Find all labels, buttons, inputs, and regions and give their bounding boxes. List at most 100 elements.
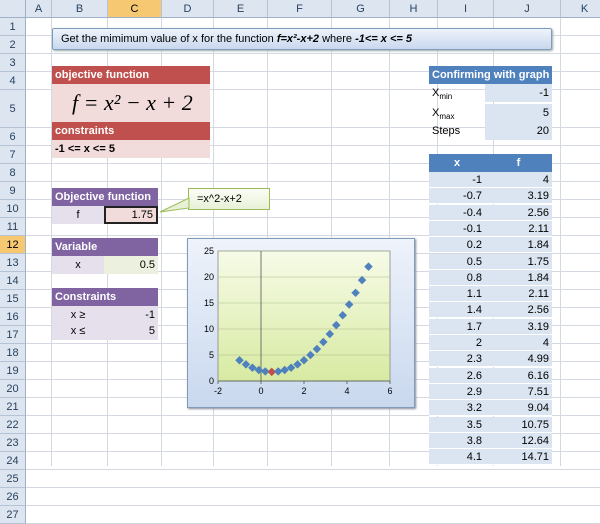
data-cell-x[interactable]: 1.4 xyxy=(429,302,485,319)
data-cell-f[interactable]: 10.75 xyxy=(485,416,552,433)
column-header-H[interactable]: H xyxy=(390,0,438,18)
data-cell-f[interactable]: 6.16 xyxy=(485,367,552,384)
x-tick-label: 0 xyxy=(258,386,263,396)
data-cell-x[interactable]: 0.8 xyxy=(429,269,485,286)
data-cell-f[interactable]: 4.99 xyxy=(485,351,552,368)
variable-table-header: Variable xyxy=(52,238,158,256)
data-cell-x[interactable]: 4.1 xyxy=(429,449,485,466)
row-header-2[interactable]: 2 xyxy=(0,36,26,54)
row-header-18[interactable]: 18 xyxy=(0,344,26,362)
data-cell-x[interactable]: 2.6 xyxy=(429,367,485,384)
objective-f-label: f xyxy=(52,206,104,224)
row-header-23[interactable]: 23 xyxy=(0,434,26,452)
data-cell-f[interactable]: 4 xyxy=(485,172,552,188)
chart-svg: 0510152025-2 0 2 4 6 xyxy=(204,246,393,396)
y-tick-label: 0 xyxy=(209,376,214,386)
data-cell-f[interactable]: 3.19 xyxy=(485,318,552,335)
data-cell-f[interactable]: 7.51 xyxy=(485,383,552,400)
data-cell-x[interactable]: -0.1 xyxy=(429,220,485,237)
row-header-11[interactable]: 11 xyxy=(0,218,26,236)
data-cell-x[interactable]: 2.3 xyxy=(429,351,485,368)
x-tick-label: -2 xyxy=(214,386,222,396)
data-cell-x[interactable]: 3.5 xyxy=(429,416,485,433)
data-cell-f[interactable]: 1.75 xyxy=(485,253,552,270)
steps-label: Steps xyxy=(432,125,461,137)
data-cell-x[interactable]: 1.7 xyxy=(429,318,485,335)
steps-value[interactable]: 20 xyxy=(485,122,552,140)
x-tick-label: 4 xyxy=(344,386,349,396)
xmax-value[interactable]: 5 xyxy=(485,104,552,122)
row-header-16[interactable]: 16 xyxy=(0,308,26,326)
column-header-E[interactable]: E xyxy=(214,0,268,18)
constraint-max-value[interactable]: 5 xyxy=(104,322,158,340)
data-cell-f[interactable]: 12.64 xyxy=(485,432,552,449)
objective-formula: f = x² − x + 2 xyxy=(52,84,210,122)
column-header-J[interactable]: J xyxy=(494,0,561,18)
row-header-22[interactable]: 22 xyxy=(0,416,26,434)
data-cell-f[interactable]: 1.84 xyxy=(485,237,552,254)
row-header-15[interactable]: 15 xyxy=(0,290,26,308)
row-header-9[interactable]: 9 xyxy=(0,182,26,200)
column-header-D[interactable]: D xyxy=(162,0,214,18)
column-header-B[interactable]: B xyxy=(52,0,108,18)
data-cell-x[interactable]: -0.4 xyxy=(429,204,485,221)
data-cell-f[interactable]: 4 xyxy=(485,335,552,351)
data-cell-x[interactable]: -1 xyxy=(429,172,485,188)
x-tick-label: 2 xyxy=(301,386,306,396)
row-header-3[interactable]: 3 xyxy=(0,54,26,72)
callout-pointer xyxy=(159,197,190,213)
row-header-7[interactable]: 7 xyxy=(0,146,26,164)
data-cell-f[interactable]: 2.11 xyxy=(485,286,552,303)
banner-function: f=x²-x+2 xyxy=(276,33,320,45)
data-cell-f[interactable]: 2.56 xyxy=(485,204,552,221)
row-header-12[interactable]: 12 xyxy=(0,236,26,254)
banner-range: -1<= x <= 5 xyxy=(355,33,412,45)
data-cell-f[interactable]: 9.04 xyxy=(485,400,552,417)
data-cell-f[interactable]: 2.56 xyxy=(485,302,552,319)
data-cell-x[interactable]: 1.1 xyxy=(429,286,485,303)
row-header-8[interactable]: 8 xyxy=(0,164,26,182)
formula-callout: =x^2-x+2 xyxy=(188,188,270,210)
column-header-A[interactable]: A xyxy=(26,0,52,18)
data-header-x: x xyxy=(429,154,485,172)
row-header-1[interactable]: 1 xyxy=(0,18,26,36)
select-all-corner[interactable] xyxy=(0,0,26,18)
column-header-I[interactable]: I xyxy=(438,0,494,18)
column-header-F[interactable]: F xyxy=(268,0,332,18)
data-cell-x[interactable]: 0.5 xyxy=(429,253,485,270)
row-header-4[interactable]: 4 xyxy=(0,72,26,90)
row-header-20[interactable]: 20 xyxy=(0,380,26,398)
data-cell-x[interactable]: 3.8 xyxy=(429,432,485,449)
xmax-label: Xmax xyxy=(432,107,455,122)
row-header-10[interactable]: 10 xyxy=(0,200,26,218)
data-cell-x[interactable]: -0.7 xyxy=(429,188,485,205)
row-header-24[interactable]: 24 xyxy=(0,452,26,470)
column-header-K[interactable]: K xyxy=(561,0,600,18)
row-header-19[interactable]: 19 xyxy=(0,362,26,380)
variable-x-value[interactable]: 0.5 xyxy=(104,256,158,274)
row-header-25[interactable]: 25 xyxy=(0,470,26,488)
column-header-C[interactable]: C xyxy=(108,0,162,18)
row-header-5[interactable]: 5 xyxy=(0,90,26,128)
row-header-26[interactable]: 26 xyxy=(0,488,26,506)
scatter-chart[interactable]: 0 5 10 15 20 25 -2 0 2 4 6 xyxy=(187,238,415,408)
data-cell-x[interactable]: 0.2 xyxy=(429,237,485,254)
data-cell-f[interactable]: 14.71 xyxy=(485,449,552,466)
data-cell-x[interactable]: 2 xyxy=(429,335,485,351)
objective-table-header: Objective function xyxy=(52,188,158,206)
data-cell-x[interactable]: 2.9 xyxy=(429,383,485,400)
row-header-21[interactable]: 21 xyxy=(0,398,26,416)
row-header-27[interactable]: 27 xyxy=(0,506,26,524)
row-header-17[interactable]: 17 xyxy=(0,326,26,344)
data-cell-f[interactable]: 3.19 xyxy=(485,188,552,205)
row-header-14[interactable]: 14 xyxy=(0,272,26,290)
objective-f-value[interactable]: 1.75 xyxy=(104,206,158,224)
data-cell-f[interactable]: 2.11 xyxy=(485,220,552,237)
y-tick-label: 10 xyxy=(204,324,214,334)
data-cell-f[interactable]: 1.84 xyxy=(485,269,552,286)
xmin-value[interactable]: -1 xyxy=(485,84,552,102)
row-header-13[interactable]: 13 xyxy=(0,254,26,272)
row-header-6[interactable]: 6 xyxy=(0,128,26,146)
column-header-G[interactable]: G xyxy=(332,0,390,18)
data-cell-x[interactable]: 3.2 xyxy=(429,400,485,417)
